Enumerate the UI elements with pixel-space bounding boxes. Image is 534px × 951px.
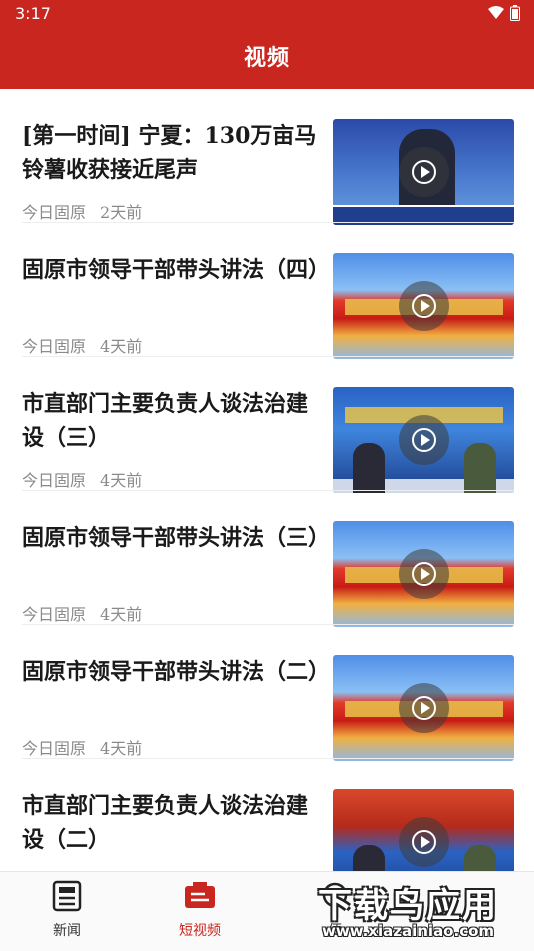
play-icon[interactable] (399, 147, 449, 197)
host-figure (353, 443, 385, 493)
host-figure (353, 845, 385, 871)
item-title[interactable]: 市直部门主要负责人谈法治建设（二） (22, 789, 322, 857)
play-icon[interactable] (399, 281, 449, 331)
tab-news-label: 新闻 (53, 923, 81, 939)
item-meta: 今日固原 4天前 (22, 467, 142, 491)
list-item[interactable]: [第一时间] 宁夏：130万亩马铃薯收获接近尾声 今日固原 2天前 (0, 89, 534, 225)
play-icon[interactable] (399, 549, 449, 599)
item-time: 4天前 (100, 739, 143, 758)
video-thumbnail[interactable] (333, 387, 514, 493)
item-source: 今日固原 (22, 203, 87, 222)
watermark-title: 下载鸟应用 (318, 886, 498, 926)
list-item[interactable]: 固原市领导干部带头讲法（三） 今日固原 4天前 (0, 491, 534, 627)
list-item[interactable]: 固原市领导干部带头讲法（四） 今日固原 4天前 (0, 223, 534, 359)
video-thumbnail[interactable] (333, 789, 514, 871)
page-title: 视频 (243, 45, 290, 71)
video-thumbnail[interactable] (333, 655, 514, 761)
item-source: 今日固原 (22, 605, 87, 624)
video-icon (185, 882, 215, 908)
watermark-logo: 下载鸟应用 www.xiazainiao.com (318, 876, 532, 948)
item-time: 2天前 (100, 203, 143, 222)
battery-icon (510, 5, 520, 21)
item-title[interactable]: 固原市领导干部带头讲法（三） (22, 521, 330, 555)
play-icon[interactable] (399, 817, 449, 867)
status-bar: 3:17 (0, 0, 534, 28)
item-title[interactable]: 固原市领导干部带头讲法（二） (22, 655, 330, 689)
video-thumbnail[interactable] (333, 253, 514, 359)
list-item[interactable]: 固原市领导干部带头讲法（二） 今日固原 4天前 (0, 625, 534, 761)
play-icon[interactable] (399, 683, 449, 733)
item-time: 4天前 (100, 337, 143, 356)
item-title[interactable]: [第一时间] 宁夏：130万亩马铃薯收获接近尾声 (22, 119, 322, 187)
item-meta: 今日固原 2天前 (22, 199, 142, 223)
guest-figure (464, 443, 496, 493)
status-icons (488, 5, 520, 21)
item-meta: 今日固原 4天前 (22, 333, 142, 357)
status-time: 3:17 (15, 4, 51, 23)
item-time: 4天前 (100, 605, 143, 624)
item-source: 今日固原 (22, 471, 87, 490)
wifi-icon (488, 6, 504, 19)
app-header: 3:17 视频 (0, 0, 534, 89)
item-title[interactable]: 固原市领导干部带头讲法（四） (22, 253, 330, 287)
video-thumbnail[interactable] (333, 119, 514, 225)
tab-short-video[interactable]: 短视频 (155, 880, 245, 940)
list-item[interactable]: 市直部门主要负责人谈法治建设（二） (0, 759, 534, 871)
item-source: 今日固原 (22, 739, 87, 758)
item-meta: 今日固原 4天前 (22, 601, 142, 625)
item-time: 4天前 (100, 471, 143, 490)
guest-figure (464, 845, 496, 871)
video-list[interactable]: [第一时间] 宁夏：130万亩马铃薯收获接近尾声 今日固原 2天前 固原市领导干部… (0, 89, 534, 871)
video-thumbnail[interactable] (333, 521, 514, 627)
tab-short-video-label: 短视频 (179, 923, 221, 939)
play-icon[interactable] (399, 415, 449, 465)
news-icon (52, 880, 82, 912)
list-item[interactable]: 市直部门主要负责人谈法治建设（三） 今日固原 4天前 (0, 357, 534, 493)
item-source: 今日固原 (22, 337, 87, 356)
watermark-url: www.xiazainiao.com (322, 922, 495, 940)
item-title[interactable]: 市直部门主要负责人谈法治建设（三） (22, 387, 322, 455)
tab-news[interactable]: 新闻 (22, 880, 112, 940)
item-meta: 今日固原 4天前 (22, 735, 142, 759)
